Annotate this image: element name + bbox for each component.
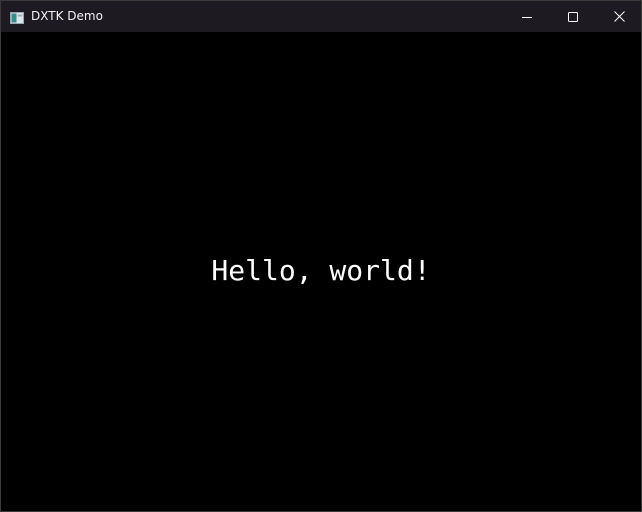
render-canvas: Hello, world! xyxy=(1,32,641,511)
close-icon xyxy=(613,7,625,26)
title-bar[interactable]: DXTK Demo xyxy=(1,1,641,32)
minimize-button[interactable] xyxy=(504,1,550,32)
window-title: DXTK Demo xyxy=(31,9,103,23)
app-window-icon xyxy=(10,9,24,24)
maximize-icon xyxy=(568,7,578,26)
maximize-button[interactable] xyxy=(550,1,596,32)
hello-world-text: Hello, world! xyxy=(211,254,431,287)
minimize-icon xyxy=(522,7,532,26)
close-button[interactable] xyxy=(596,1,641,32)
app-window: DXTK Demo Hello, world! xyxy=(0,0,642,512)
